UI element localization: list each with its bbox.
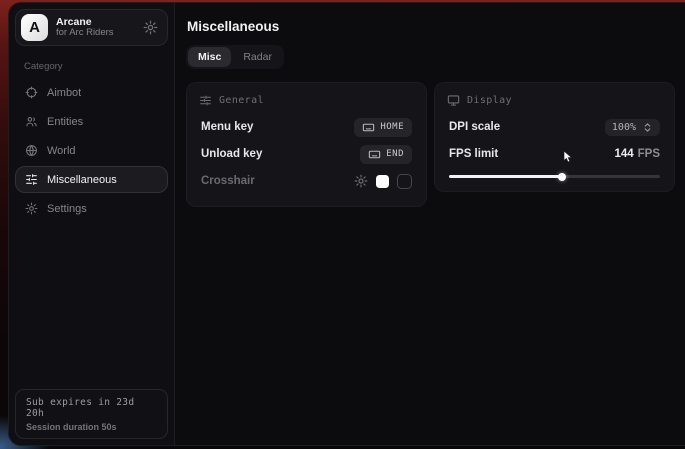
globe-icon [25, 144, 38, 157]
brand-tagline: for Arc Riders [56, 28, 114, 39]
unload-key-button[interactable]: END [360, 145, 412, 164]
sidebar-nav: Aimbot Entities World [15, 79, 168, 222]
session-duration-text: Session duration 50s [26, 422, 157, 432]
crosshair-icon [25, 86, 38, 99]
crosshair-checkbox[interactable] [397, 174, 412, 189]
sidebar-item-label: Settings [47, 203, 87, 215]
subscription-card: Sub expires in 23d 20h Session duration … [15, 389, 168, 439]
brand-logo: A [21, 14, 48, 41]
page-title: Miscellaneous [187, 19, 675, 34]
sub-expiry-text: Sub expires in 23d 20h [26, 397, 157, 419]
dpi-scale-row: DPI scale 100% [449, 115, 660, 139]
tab-misc[interactable]: Misc [188, 47, 231, 67]
sidebar-item-label: Miscellaneous [47, 174, 117, 186]
fps-slider-thumb[interactable] [558, 173, 566, 181]
menu-key-button[interactable]: HOME [354, 118, 412, 137]
unload-key-row: Unload key END [201, 142, 412, 166]
sidebar-item-settings[interactable]: Settings [15, 195, 168, 222]
crosshair-row: Crosshair [201, 169, 412, 193]
sidebar-item-miscellaneous[interactable]: Miscellaneous [15, 166, 168, 193]
main-content: Miscellaneous Misc Radar General [175, 3, 685, 445]
menu-key-row: Menu key HOME [201, 115, 412, 139]
sidebar-item-label: Aimbot [47, 87, 81, 99]
keyboard-icon [368, 148, 381, 161]
fps-limit-slider[interactable] [449, 175, 660, 178]
sidebar: A Arcane for Arc Riders Category [9, 3, 175, 445]
monitor-icon [447, 94, 460, 107]
keyboard-icon [362, 121, 375, 134]
fps-limit-row: FPS limit 144FPS [449, 142, 660, 166]
category-label: Category [24, 61, 168, 72]
chevrons-up-down-icon [642, 122, 653, 133]
sidebar-item-entities[interactable]: Entities [15, 108, 168, 135]
general-panel: General Menu key HOME Unload key [186, 82, 427, 207]
sidebar-item-aimbot[interactable]: Aimbot [15, 79, 168, 106]
dpi-scale-select[interactable]: 100% [605, 119, 660, 136]
display-panel-title: Display [467, 95, 512, 106]
unload-key-label: Unload key [201, 148, 262, 160]
tab-radar[interactable]: Radar [233, 47, 282, 67]
sidebar-item-label: World [47, 145, 76, 157]
menu-key-label: Menu key [201, 121, 253, 133]
crosshair-label: Crosshair [201, 175, 255, 187]
entities-icon [25, 115, 38, 128]
gear-icon [25, 202, 38, 215]
brand-card: A Arcane for Arc Riders [15, 9, 168, 46]
sliders-icon [199, 94, 212, 107]
tab-bar: Misc Radar [186, 45, 284, 69]
sidebar-item-world[interactable]: World [15, 137, 168, 164]
general-panel-title: General [219, 95, 264, 106]
brand-settings-icon[interactable] [143, 20, 158, 35]
crosshair-settings-icon[interactable] [354, 174, 368, 188]
dpi-scale-label: DPI scale [449, 121, 500, 133]
misc-icon [25, 173, 38, 186]
fps-limit-value: 144FPS [614, 148, 660, 160]
sidebar-item-label: Entities [47, 116, 83, 128]
display-panel: Display DPI scale 100% FPS limit [434, 82, 675, 192]
panels-row: General Menu key HOME Unload key [186, 82, 675, 207]
app-window: A Arcane for Arc Riders Category [8, 2, 685, 446]
fps-limit-label: FPS limit [449, 148, 498, 160]
crosshair-color-swatch[interactable] [376, 175, 389, 188]
fps-slider-fill [449, 175, 561, 178]
